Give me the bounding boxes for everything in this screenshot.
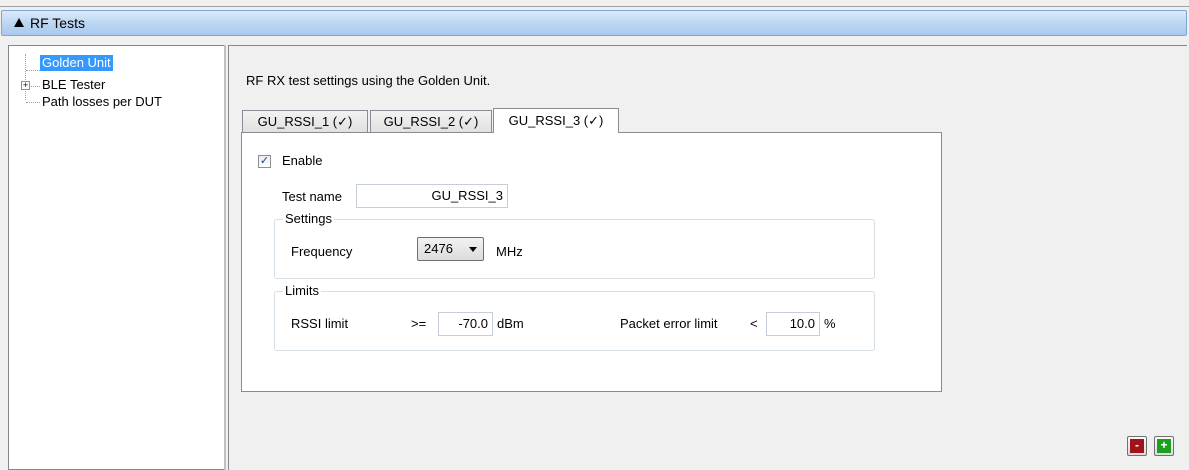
enable-label: Enable: [282, 153, 323, 168]
tree-line: [25, 54, 26, 100]
collapse-triangle-icon[interactable]: [14, 18, 24, 27]
tab-gu-rssi-3[interactable]: GU_RSSI_3 (✓): [493, 108, 619, 133]
packet-error-operator: <: [750, 316, 758, 331]
expand-plus-icon[interactable]: +: [21, 81, 30, 90]
panel-description: RF RX test settings using the Golden Uni…: [246, 73, 491, 88]
top-separator: [0, 6, 1189, 7]
tree-line: [31, 86, 40, 87]
test-name-label: Test name: [282, 189, 342, 204]
frequency-label: Frequency: [291, 244, 353, 259]
tree-line: [26, 102, 40, 103]
header-title: RF Tests: [30, 15, 85, 31]
tree-item-golden-unit[interactable]: Golden Unit: [40, 55, 113, 71]
rssi-limit-input[interactable]: -70.0: [438, 312, 493, 336]
packet-error-unit: %: [824, 316, 836, 331]
tree-item-path-losses[interactable]: Path losses per DUT: [42, 94, 162, 110]
rssi-limit-label: RSSI limit: [291, 316, 349, 331]
tree-item-ble-tester[interactable]: BLE Tester: [42, 77, 105, 93]
rssi-unit: dBm: [497, 316, 524, 331]
tab-gu-rssi-1[interactable]: GU_RSSI_1 (✓): [242, 110, 368, 132]
settings-group-title: Settings: [283, 211, 334, 226]
enable-checkbox[interactable]: ✓: [258, 155, 271, 168]
rssi-operator: >=: [411, 316, 427, 331]
rf-tests-header[interactable]: RF Tests: [1, 10, 1187, 36]
plus-icon: +: [1157, 439, 1171, 453]
packet-error-label: Packet error limit: [620, 316, 718, 331]
frequency-select[interactable]: 2476: [417, 237, 484, 261]
minus-icon: -: [1130, 439, 1144, 453]
tab-gu-rssi-2[interactable]: GU_RSSI_2 (✓): [370, 110, 492, 132]
remove-test-button[interactable]: -: [1127, 436, 1147, 456]
add-test-button[interactable]: +: [1154, 436, 1174, 456]
splitter[interactable]: [224, 45, 226, 470]
tree-line: [26, 70, 40, 71]
test-name-input[interactable]: GU_RSSI_3: [356, 184, 508, 208]
settings-group: [274, 219, 875, 279]
frequency-value: 2476: [424, 241, 453, 256]
test-tree[interactable]: + Golden Unit BLE Tester Path losses per…: [8, 45, 225, 470]
packet-error-input[interactable]: 10.0: [766, 312, 820, 336]
limits-group-title: Limits: [283, 283, 321, 298]
frequency-unit: MHz: [496, 244, 523, 259]
chevron-down-icon: [469, 247, 477, 252]
